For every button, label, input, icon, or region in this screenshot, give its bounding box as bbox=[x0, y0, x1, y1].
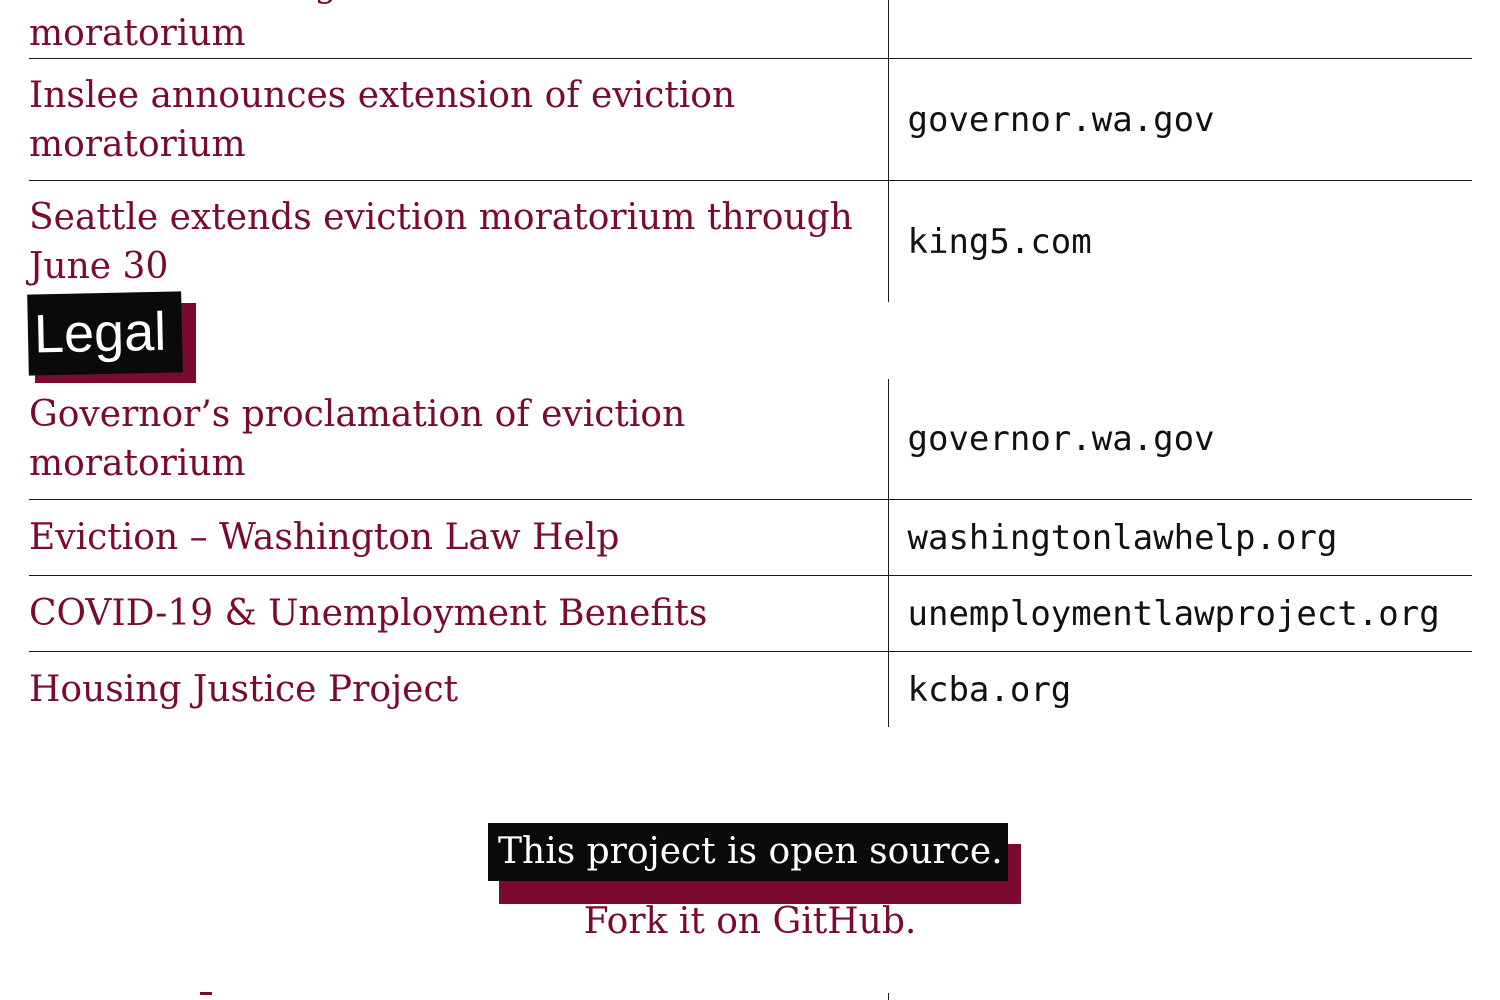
resource-link[interactable]: COVID-19 & Unemployment Benefits bbox=[29, 589, 888, 638]
resource-source: washingtonlawhelp.org bbox=[887, 499, 1472, 576]
heading-label: Legal bbox=[27, 291, 183, 376]
resource-link[interactable]: Inslee announces extension of eviction m… bbox=[29, 71, 888, 169]
table-row: Inslee announces extension of eviction m… bbox=[29, 58, 1472, 181]
column-divider bbox=[888, 993, 889, 1000]
table-row: Housing Justice Project kcba.org bbox=[29, 651, 1472, 727]
news-links-table: Seattle renters get some relief with evi… bbox=[29, 0, 1472, 302]
resource-link[interactable]: Governor’s proclamation of eviction mora… bbox=[29, 390, 888, 488]
resource-link[interactable]: Seattle renters get some relief with evi… bbox=[29, 0, 888, 58]
legal-links-table: Governor’s proclamation of eviction mora… bbox=[29, 379, 1472, 727]
resource-source: governor.wa.gov bbox=[887, 58, 1472, 181]
resource-link[interactable]: Housing Justice Project bbox=[29, 665, 888, 714]
table-row: Governor’s proclamation of eviction mora… bbox=[29, 379, 1472, 500]
fork-on-github-link[interactable]: Fork it on GitHub. bbox=[0, 897, 1500, 947]
table-row: COVID-19 & Unemployment Benefits unemplo… bbox=[29, 575, 1472, 652]
partial-link-text bbox=[200, 992, 212, 1000]
resource-link[interactable]: Eviction – Washington Law Help bbox=[29, 513, 888, 562]
resource-link[interactable]: Seattle extends eviction moratorium thro… bbox=[29, 193, 888, 291]
resource-source: governor.wa.gov bbox=[887, 379, 1472, 500]
resource-source bbox=[887, 0, 1472, 59]
table-row: Seattle renters get some relief with evi… bbox=[29, 0, 1472, 59]
resource-source: unemploymentlawproject.org bbox=[887, 575, 1472, 652]
legal-section-heading: Legal bbox=[27, 291, 196, 383]
resource-source: king5.com bbox=[887, 180, 1472, 302]
table-row: Eviction – Washington Law Help washingto… bbox=[29, 499, 1472, 576]
resource-source: kcba.org bbox=[887, 651, 1472, 727]
table-row: Seattle extends eviction moratorium thro… bbox=[29, 180, 1472, 302]
open-source-text: This project is open source. bbox=[488, 823, 1008, 881]
open-source-banner: This project is open source. bbox=[488, 823, 1021, 904]
